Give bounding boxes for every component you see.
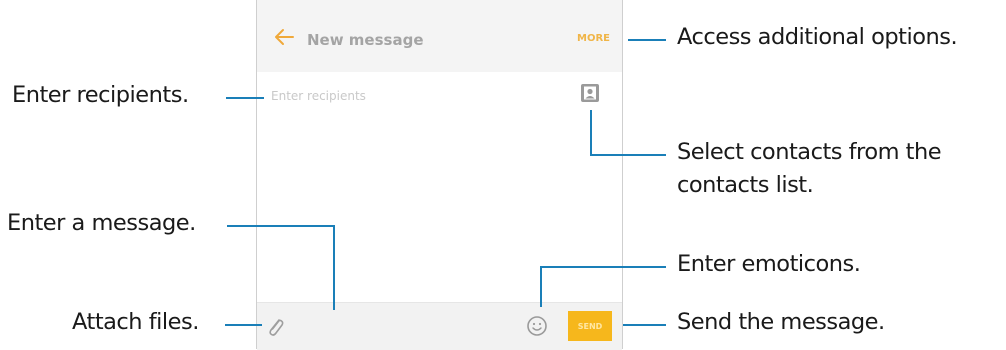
contacts-icon[interactable] [580,83,600,103]
compose-bar: SEND [257,302,622,350]
back-arrow-icon[interactable] [273,26,295,48]
smiley-icon[interactable] [526,315,548,337]
callout-enter-recipients: Enter recipients. [12,82,189,108]
message-area[interactable] [257,118,622,302]
callout-enter-message: Enter a message. [7,210,196,236]
phone-screen: New message MORE Enter recipients SEND [256,0,623,350]
paperclip-icon[interactable] [266,316,286,338]
recipients-input[interactable]: Enter recipients [271,89,366,103]
app-bar: New message MORE [257,0,622,73]
recipients-row: Enter recipients [257,72,622,119]
callout-select-contacts-1: Select contacts from the [677,139,942,165]
callout-select-contacts-2: contacts list. [677,172,814,198]
callout-attach-files: Attach files. [72,309,199,335]
page-title: New message [307,31,424,49]
callout-access-options: Access additional options. [677,24,958,50]
send-button[interactable]: SEND [568,311,612,341]
callout-enter-emoticons: Enter emoticons. [677,251,861,277]
callout-send-message: Send the message. [677,309,885,335]
more-button[interactable]: MORE [577,33,610,44]
